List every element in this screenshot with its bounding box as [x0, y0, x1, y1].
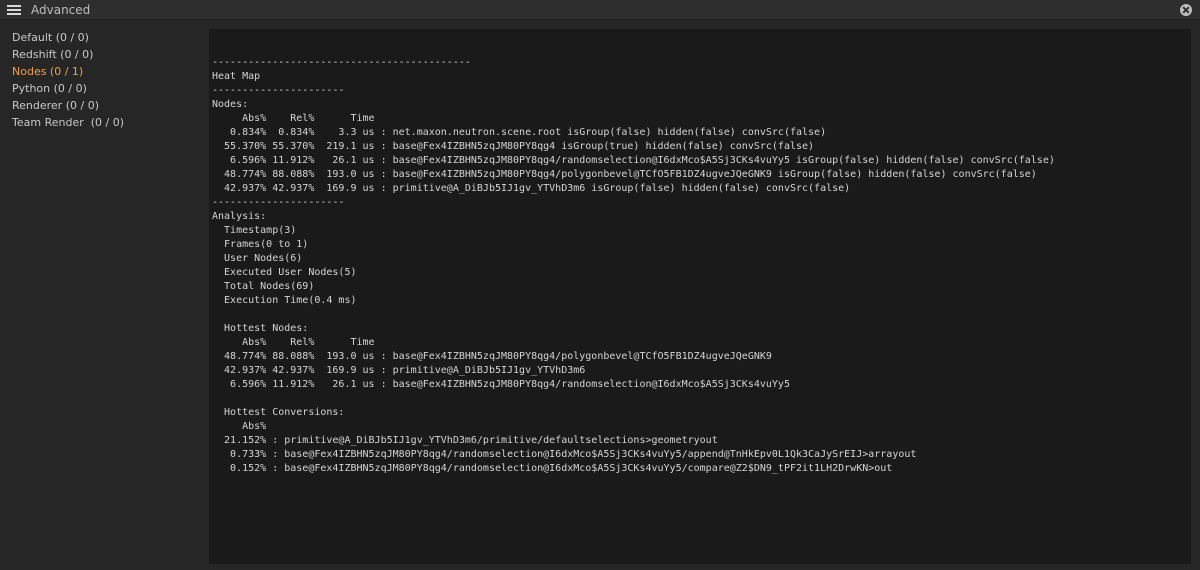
window-title: Advanced — [31, 3, 91, 17]
advanced-window: Advanced Default (0 / 0) Redshift (0 / 0… — [0, 0, 1200, 570]
console-line: Frames(0 to 1) — [212, 239, 309, 250]
console-line: Hottest Nodes: — [212, 323, 309, 334]
console-line: 21.152% : primitive@A_DiBJb5IJ1gv_YTVhD3… — [212, 435, 718, 446]
sidebar: Default (0 / 0) Redshift (0 / 0) Nodes (… — [0, 21, 206, 570]
console-line: Total Nodes(69) — [212, 281, 315, 292]
console-line: Heat Map — [212, 71, 261, 82]
console-line: 0.152% : base@Fex4IZBHN5zqJM80PY8qg4/ran… — [212, 463, 893, 474]
console-line: 42.937% 42.937% 169.9 us : primitive@A_D… — [212, 183, 851, 194]
sidebar-list: Default (0 / 0) Redshift (0 / 0) Nodes (… — [0, 21, 206, 131]
close-icon[interactable] — [1180, 4, 1192, 16]
console-line: Nodes: — [212, 99, 249, 110]
console-line: Abs% — [212, 421, 267, 432]
hamburger-menu-icon[interactable] — [7, 5, 21, 15]
console-line: 0.733% : base@Fex4IZBHN5zqJM80PY8qg4/ran… — [212, 449, 917, 460]
sidebar-item-team-render[interactable]: Team Render (0 / 0) — [0, 114, 206, 131]
console-line: Abs% Rel% Time — [212, 337, 375, 348]
console-line: 48.774% 88.088% 193.0 us : base@Fex4IZBH… — [212, 169, 1037, 180]
console-line: 42.937% 42.937% 169.9 us : primitive@A_D… — [212, 365, 586, 376]
hamburger-bar — [7, 5, 21, 7]
sidebar-item-redshift[interactable]: Redshift (0 / 0) — [0, 46, 206, 63]
console-line: ---------------------- — [212, 197, 345, 208]
console-line: Timestamp(3) — [212, 225, 297, 236]
console-line: 6.596% 11.912% 26.1 us : base@Fex4IZBHN5… — [212, 155, 1055, 166]
console-line: ----------------------------------------… — [212, 57, 471, 68]
sidebar-item-nodes[interactable]: Nodes (0 / 1) — [0, 63, 206, 80]
console-line: Analysis: — [212, 211, 267, 222]
hamburger-bar — [7, 9, 21, 11]
console-line: User Nodes(6) — [212, 253, 303, 264]
console-line: 6.596% 11.912% 26.1 us : base@Fex4IZBHN5… — [212, 379, 790, 390]
console-line: Execution Time(0.4 ms) — [212, 295, 357, 306]
sidebar-item-default[interactable]: Default (0 / 0) — [0, 29, 206, 46]
console-panel[interactable]: ---------------------- ------------------… — [209, 29, 1191, 564]
sidebar-item-python[interactable]: Python (0 / 0) — [0, 80, 206, 97]
console-line: Executed User Nodes(5) — [212, 267, 357, 278]
console-line: 55.370% 55.370% 219.1 us : base@Fex4IZBH… — [212, 141, 815, 152]
hamburger-bar — [7, 13, 21, 15]
console-line: ---------------------- — [212, 85, 345, 96]
console-line: 0.834% 0.834% 3.3 us : net.maxon.neutron… — [212, 127, 827, 138]
bottom-strip — [0, 564, 1200, 570]
sidebar-item-renderer[interactable]: Renderer (0 / 0) — [0, 97, 206, 114]
console-line: Hottest Conversions: — [212, 407, 345, 418]
console-line: 48.774% 88.088% 193.0 us : base@Fex4IZBH… — [212, 351, 772, 362]
console-line: Abs% Rel% Time — [212, 113, 375, 124]
title-bar: Advanced — [0, 0, 1200, 20]
console-output: ---------------------- ------------------… — [209, 29, 1191, 476]
